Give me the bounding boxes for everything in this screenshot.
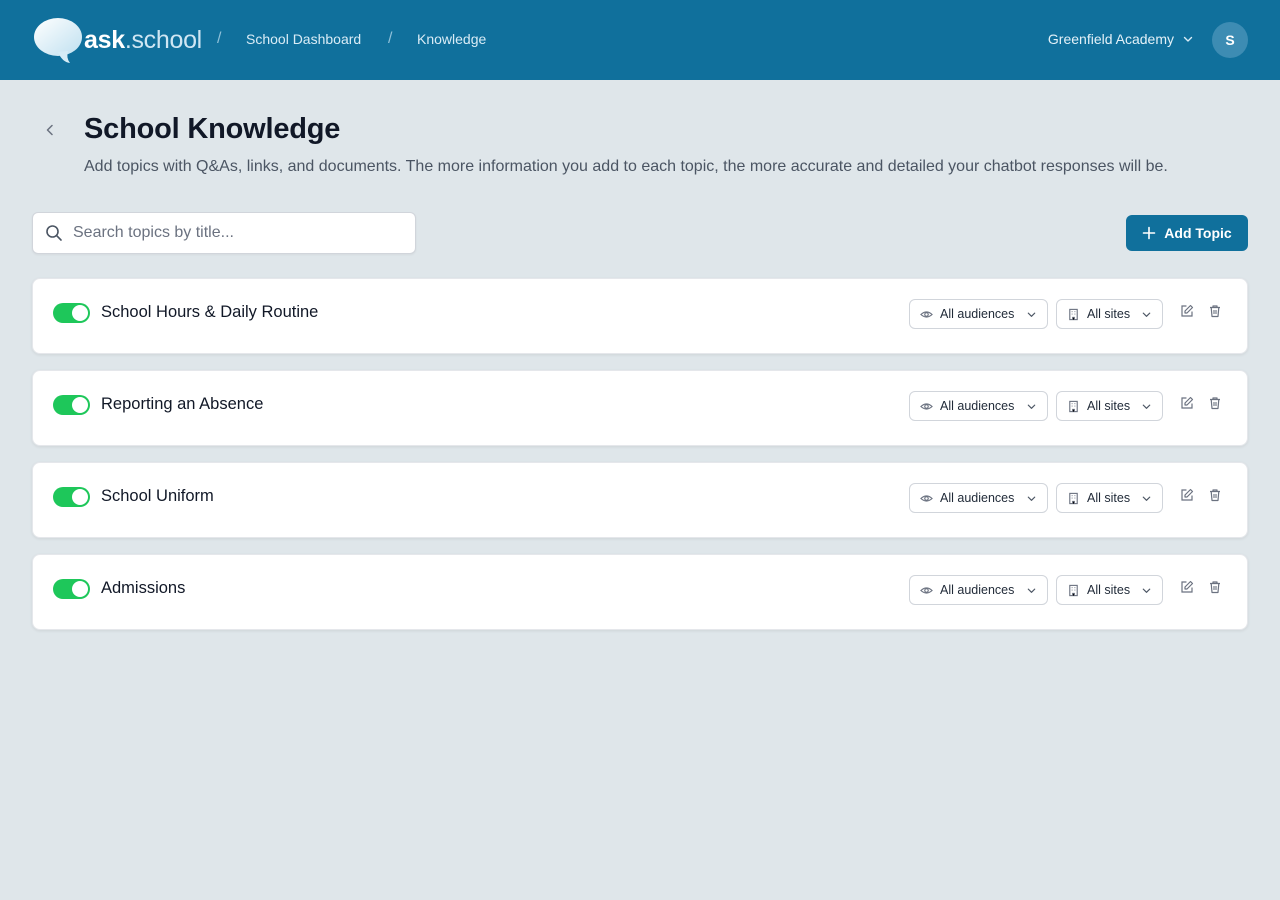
- topic-card[interactable]: Reporting an Absence All audiences All s…: [32, 370, 1248, 446]
- chevron-down-icon: [1026, 401, 1037, 412]
- audience-value: All audiences: [940, 491, 1015, 505]
- topic-title[interactable]: School Uniform: [101, 487, 214, 506]
- toggle-knob: [72, 397, 88, 413]
- chevron-down-icon: [1141, 401, 1152, 412]
- sites-value: All sites: [1087, 583, 1131, 597]
- edit-icon: [1180, 396, 1194, 410]
- audience-value: All audiences: [940, 399, 1015, 413]
- search-box[interactable]: [32, 212, 416, 254]
- page-description: Add topics with Q&As, links, and documen…: [84, 158, 1168, 175]
- sites-dropdown[interactable]: All sites: [1056, 483, 1163, 513]
- organization-selector[interactable]: Greenfield Academy: [1048, 31, 1194, 47]
- sites-value: All sites: [1087, 399, 1131, 413]
- topic-title[interactable]: Reporting an Absence: [101, 395, 263, 414]
- chevron-down-icon: [1141, 585, 1152, 596]
- topic-card[interactable]: School Uniform All audiences All sites: [32, 462, 1248, 538]
- page-title: School Knowledge: [84, 113, 341, 145]
- building-icon: [1067, 492, 1080, 505]
- search-input[interactable]: [73, 224, 393, 242]
- topic-enabled-toggle[interactable]: [53, 487, 90, 507]
- topic-enabled-toggle[interactable]: [53, 579, 90, 599]
- sites-dropdown[interactable]: All sites: [1056, 391, 1163, 421]
- eye-icon: [920, 492, 933, 505]
- delete-topic-button[interactable]: [1207, 579, 1223, 595]
- plus-icon: [1142, 226, 1156, 240]
- edit-topic-button[interactable]: [1179, 579, 1195, 595]
- breadcrumb-school-dashboard[interactable]: School Dashboard: [246, 31, 361, 47]
- edit-icon: [1180, 488, 1194, 502]
- trash-icon: [1208, 488, 1222, 502]
- topic-enabled-toggle[interactable]: [53, 303, 90, 323]
- toggle-knob: [72, 305, 88, 321]
- topic-card[interactable]: School Hours & Daily Routine All audienc…: [32, 278, 1248, 354]
- edit-icon: [1180, 580, 1194, 594]
- building-icon: [1067, 584, 1080, 597]
- toggle-knob: [72, 581, 88, 597]
- chevron-down-icon: [1026, 309, 1037, 320]
- topic-title[interactable]: School Hours & Daily Routine: [101, 303, 318, 322]
- chevron-down-icon: [1141, 309, 1152, 320]
- building-icon: [1067, 400, 1080, 413]
- add-topic-label: Add Topic: [1164, 225, 1232, 241]
- edit-topic-button[interactable]: [1179, 303, 1195, 319]
- edit-topic-button[interactable]: [1179, 487, 1195, 503]
- chat-bubble-logo-icon: [32, 16, 84, 64]
- chevron-left-icon: [43, 123, 57, 137]
- sites-dropdown[interactable]: All sites: [1056, 299, 1163, 329]
- audience-value: All audiences: [940, 307, 1015, 321]
- sites-value: All sites: [1087, 307, 1131, 321]
- audience-dropdown[interactable]: All audiences: [909, 575, 1048, 605]
- logo-wordmark: ask.school: [84, 25, 202, 54]
- audience-value: All audiences: [940, 583, 1015, 597]
- sites-value: All sites: [1087, 491, 1131, 505]
- user-avatar[interactable]: S: [1212, 22, 1248, 58]
- breadcrumb-knowledge[interactable]: Knowledge: [417, 31, 486, 47]
- delete-topic-button[interactable]: [1207, 395, 1223, 411]
- eye-icon: [920, 400, 933, 413]
- topic-title[interactable]: Admissions: [101, 579, 185, 598]
- audience-dropdown[interactable]: All audiences: [909, 299, 1048, 329]
- toggle-knob: [72, 489, 88, 505]
- sites-dropdown[interactable]: All sites: [1056, 575, 1163, 605]
- trash-icon: [1208, 580, 1222, 594]
- topic-card[interactable]: Admissions All audiences All sites: [32, 554, 1248, 630]
- add-topic-button[interactable]: Add Topic: [1126, 215, 1248, 251]
- chevron-down-icon: [1026, 585, 1037, 596]
- edit-icon: [1180, 304, 1194, 318]
- topic-list: School Hours & Daily Routine All audienc…: [32, 278, 1248, 646]
- breadcrumb-separator: /: [388, 30, 393, 47]
- chevron-down-icon: [1026, 493, 1037, 504]
- audience-dropdown[interactable]: All audiences: [909, 391, 1048, 421]
- ask-school-logo[interactable]: ask.school: [32, 16, 202, 64]
- delete-topic-button[interactable]: [1207, 303, 1223, 319]
- building-icon: [1067, 308, 1080, 321]
- search-icon: [45, 224, 63, 242]
- trash-icon: [1208, 304, 1222, 318]
- back-button[interactable]: [40, 120, 60, 140]
- breadcrumb-separator: /: [217, 30, 222, 47]
- edit-topic-button[interactable]: [1179, 395, 1195, 411]
- chevron-down-icon: [1141, 493, 1152, 504]
- delete-topic-button[interactable]: [1207, 487, 1223, 503]
- eye-icon: [920, 308, 933, 321]
- top-navigation-bar: ask.school / School Dashboard / Knowledg…: [0, 0, 1280, 80]
- organization-name: Greenfield Academy: [1047, 31, 1174, 47]
- trash-icon: [1208, 396, 1222, 410]
- topic-enabled-toggle[interactable]: [53, 395, 90, 415]
- chevron-down-icon: [1182, 33, 1194, 45]
- audience-dropdown[interactable]: All audiences: [909, 483, 1048, 513]
- eye-icon: [920, 584, 933, 597]
